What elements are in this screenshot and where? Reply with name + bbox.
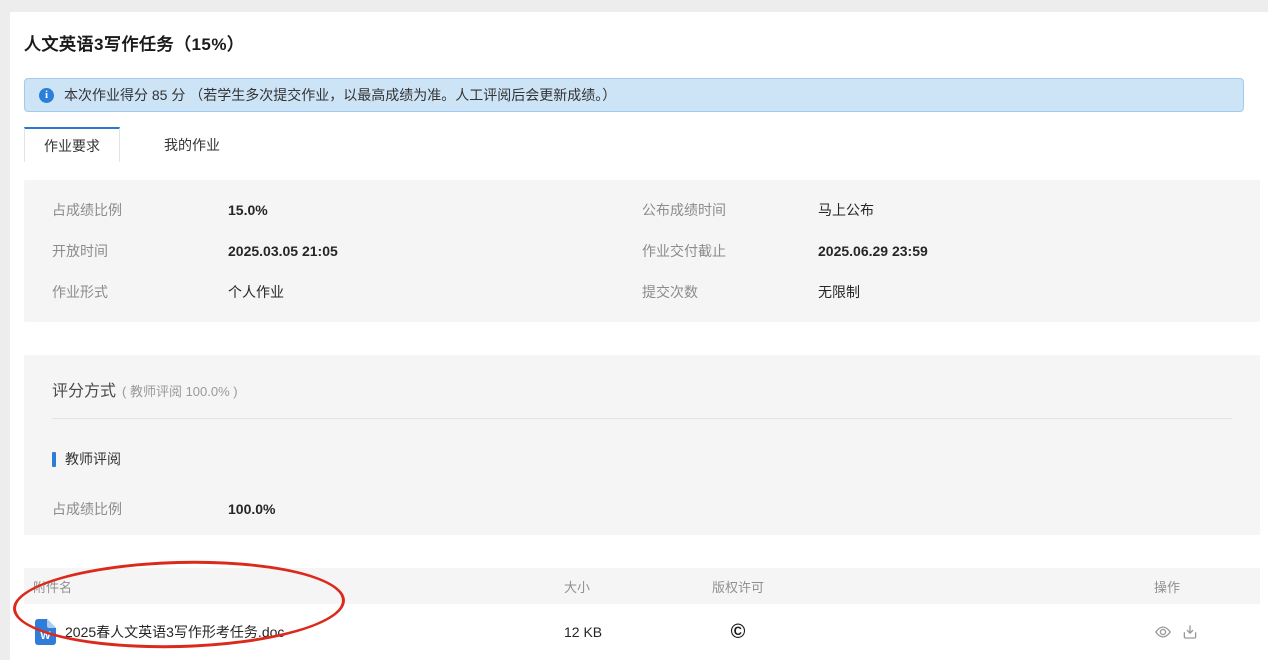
- attachment-size: 12 KB: [564, 624, 710, 640]
- attachment-table-header: 附件名 大小 版权许可 操作: [24, 568, 1260, 604]
- header-license: 版权许可: [710, 577, 1154, 596]
- score-info-text: 本次作业得分 85 分 （若学生多次提交作业，以最高成绩为准。人工评阅后会更新成…: [64, 85, 616, 105]
- grading-method-title-row: 教师评阅: [52, 449, 1232, 469]
- grading-heading-note: ( 教师评阅 100.0% ): [122, 381, 238, 400]
- download-icon[interactable]: [1181, 623, 1199, 641]
- assignment-card: 人文英语3写作任务（15%） i 本次作业得分 85 分 （若学生多次提交作业，…: [10, 12, 1268, 660]
- grading-ratio-value: 100.0%: [228, 501, 275, 517]
- tab-bar: 作业要求 我的作业: [24, 127, 1260, 162]
- header-actions: 操作: [1154, 577, 1260, 596]
- blue-marker-bar: [52, 452, 56, 467]
- detail-value: 2025.03.05 21:05: [228, 243, 338, 259]
- detail-row-deadline: 作业交付截止 2025.06.29 23:59: [642, 230, 1232, 271]
- svg-text:W: W: [40, 630, 51, 642]
- grading-ratio-row: 占成绩比例 100.0%: [52, 488, 1232, 529]
- grading-method-panel: 评分方式 ( 教师评阅 100.0% ) 教师评阅 占成绩比例 100.0%: [24, 355, 1260, 535]
- attachment-license-cell: ©: [710, 622, 1154, 642]
- attachment-actions: [1154, 623, 1260, 641]
- grading-heading: 评分方式: [52, 377, 116, 401]
- tab-my-assignment[interactable]: 我的作业: [144, 127, 240, 162]
- detail-label: 作业形式: [52, 282, 228, 302]
- tab-label: 我的作业: [164, 135, 220, 155]
- detail-value: 2025.06.29 23:59: [818, 243, 928, 259]
- attachment-name-cell: W 2025春人文英语3写作形考任务.doc: [24, 619, 564, 645]
- detail-label: 占成绩比例: [52, 200, 228, 220]
- detail-row-submit-count: 提交次数 无限制: [642, 271, 1232, 312]
- details-right-column: 公布成绩时间 马上公布 作业交付截止 2025.06.29 23:59 提交次数…: [642, 189, 1232, 322]
- detail-label: 公布成绩时间: [642, 200, 818, 220]
- copyright-icon: ©: [710, 622, 766, 642]
- detail-value: 马上公布: [818, 200, 874, 220]
- attachment-file-name[interactable]: 2025春人文英语3写作形考任务.doc: [65, 622, 284, 642]
- word-doc-icon: W: [35, 619, 56, 645]
- tab-label: 作业要求: [44, 136, 100, 156]
- info-icon: i: [39, 88, 54, 103]
- grading-ratio-label: 占成绩比例: [52, 499, 228, 519]
- attachment-row: W 2025春人文英语3写作形考任务.doc 12 KB ©: [24, 604, 1260, 660]
- detail-value: 个人作业: [228, 282, 284, 302]
- detail-row-publish-time: 公布成绩时间 马上公布: [642, 189, 1232, 230]
- detail-label: 作业交付截止: [642, 241, 818, 261]
- grading-method-title: 教师评阅: [65, 449, 121, 469]
- score-info-banner: i 本次作业得分 85 分 （若学生多次提交作业，以最高成绩为准。人工评阅后会更…: [24, 78, 1244, 112]
- detail-value: 无限制: [818, 282, 860, 302]
- detail-value: 15.0%: [228, 202, 268, 218]
- detail-label: 提交次数: [642, 282, 818, 302]
- detail-row-grade-ratio: 占成绩比例 15.0%: [52, 189, 642, 230]
- detail-row-open-time: 开放时间 2025.03.05 21:05: [52, 230, 642, 271]
- header-size: 大小: [564, 577, 710, 596]
- detail-row-assignment-type: 作业形式 个人作业: [52, 271, 642, 312]
- assignment-details-panel: 占成绩比例 15.0% 开放时间 2025.03.05 21:05 作业形式 个…: [24, 180, 1260, 322]
- attachment-table: 附件名 大小 版权许可 操作 W 2025春人文英语3写作形考: [24, 568, 1260, 660]
- details-left-column: 占成绩比例 15.0% 开放时间 2025.03.05 21:05 作业形式 个…: [52, 189, 642, 322]
- divider: [52, 418, 1232, 419]
- preview-eye-icon[interactable]: [1154, 623, 1172, 641]
- tab-assignment-requirements[interactable]: 作业要求: [24, 127, 120, 162]
- header-attachment-name: 附件名: [24, 577, 564, 596]
- page-title: 人文英语3写作任务（15%）: [24, 30, 1260, 55]
- grading-heading-row: 评分方式 ( 教师评阅 100.0% ): [52, 377, 1232, 401]
- detail-label: 开放时间: [52, 241, 228, 261]
- header-license-label: 版权许可: [710, 577, 766, 596]
